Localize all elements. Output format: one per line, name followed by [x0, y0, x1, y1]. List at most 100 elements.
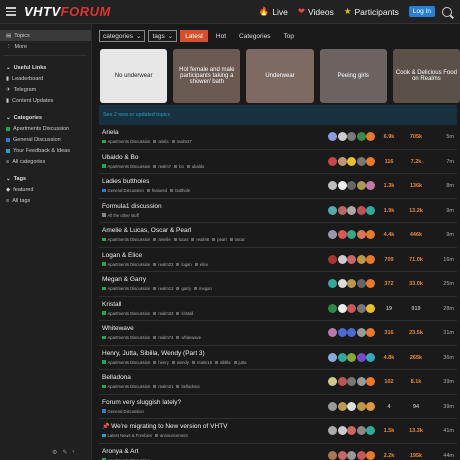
- avatar[interactable]: [366, 352, 375, 362]
- avatar[interactable]: [366, 328, 375, 337]
- activity-time[interactable]: 25m: [438, 281, 454, 287]
- avatar[interactable]: [356, 401, 366, 411]
- topic-title[interactable]: Ariela: [102, 129, 119, 136]
- avatar[interactable]: [328, 377, 337, 386]
- featured-banner[interactable]: No underwear: [100, 49, 168, 103]
- featured-banner[interactable]: Hot female and male participants taking …: [173, 49, 241, 103]
- topic-title-text[interactable]: Kristall: [102, 301, 122, 308]
- activity-time[interactable]: 7m: [438, 159, 454, 165]
- topic-tag[interactable]: megan: [199, 286, 212, 291]
- topic-row[interactable]: 📌 We're migrating to New version of VHTV…: [99, 419, 457, 444]
- avatar[interactable]: [356, 450, 366, 460]
- activity-time[interactable]: 39m: [438, 404, 454, 410]
- topic-category[interactable]: General Discussion: [108, 409, 144, 414]
- avatar[interactable]: [328, 401, 337, 411]
- avatar[interactable]: [347, 254, 356, 264]
- topic-title[interactable]: Formula1 discussion: [102, 203, 162, 210]
- tab-categories[interactable]: Categories: [234, 30, 275, 42]
- topic-category[interactable]: Apartments Discussion: [108, 139, 151, 144]
- sidebar-item-topics[interactable]: ▤ Topics: [0, 30, 91, 41]
- topic-title-text[interactable]: Formula1 discussion: [102, 203, 162, 210]
- sidebar-item-more[interactable]: ⋮ More: [0, 41, 91, 52]
- avatar[interactable]: [337, 132, 347, 141]
- topic-title-text[interactable]: Aronya & Art: [102, 448, 139, 455]
- avatar[interactable]: [366, 279, 375, 288]
- sidebar-link-2[interactable]: ▮ Content Updates: [0, 95, 91, 106]
- topic-title[interactable]: Logan & Elice: [102, 252, 142, 259]
- topic-category[interactable]: Apartments Discussion: [108, 360, 151, 365]
- topic-tag[interactable]: realm7: [158, 164, 171, 169]
- topic-tag[interactable]: realm74: [158, 335, 173, 340]
- activity-time[interactable]: 9m: [438, 232, 454, 238]
- sidebar-tag-1[interactable]: ≡ All tags: [0, 195, 91, 206]
- topic-title-text[interactable]: Ladies buttholes: [102, 178, 149, 185]
- avatar[interactable]: [328, 254, 337, 264]
- search-icon[interactable]: [442, 6, 452, 17]
- topic-category[interactable]: Apartments Discussion: [108, 384, 151, 389]
- avatar[interactable]: [347, 352, 356, 362]
- topic-tag[interactable]: sibilla: [220, 360, 230, 365]
- avatar[interactable]: [347, 205, 356, 215]
- sidebar-tag-0[interactable]: ◆ featured: [0, 184, 91, 195]
- activity-time[interactable]: 16m: [438, 257, 454, 263]
- avatar[interactable]: [337, 254, 347, 264]
- tab-hot[interactable]: Hot: [211, 30, 231, 42]
- topic-category[interactable]: Apartments Discussion: [108, 164, 151, 169]
- avatar[interactable]: [347, 156, 356, 166]
- featured-banner[interactable]: Peeing girls: [319, 49, 387, 103]
- topic-row[interactable]: Ubaldo & Bo Apartments Discussion realm7 bo…: [99, 150, 457, 174]
- topic-title[interactable]: Megan & Garry: [102, 276, 146, 283]
- topic-tag[interactable]: realm18: [197, 360, 212, 365]
- avatar[interactable]: [337, 450, 347, 460]
- topic-category[interactable]: General Discussion: [108, 188, 144, 193]
- avatar[interactable]: [356, 352, 366, 362]
- topic-tag[interactable]: butthole: [175, 188, 190, 193]
- topic-tag[interactable]: ubaldo: [192, 164, 205, 169]
- avatar[interactable]: [366, 401, 375, 411]
- topic-tag[interactable]: realm8: [196, 237, 209, 242]
- avatar[interactable]: [366, 181, 375, 190]
- avatar[interactable]: [328, 328, 337, 337]
- topic-tag[interactable]: henry: [158, 360, 168, 365]
- topic-tag[interactable]: announcement: [160, 433, 188, 438]
- avatar[interactable]: [366, 426, 375, 435]
- categories-dropdown[interactable]: categories ⌄: [99, 30, 146, 42]
- topic-title[interactable]: Henry, Jutta, Sibilla, Wendy (Part 3): [102, 350, 205, 357]
- avatar[interactable]: [337, 401, 347, 411]
- avatar[interactable]: [328, 352, 337, 362]
- avatar[interactable]: [356, 426, 366, 435]
- topic-row[interactable]: Ariela Apartments Discussion ariela realm37…: [99, 125, 457, 150]
- topic-tag[interactable]: garry: [181, 286, 191, 291]
- avatar[interactable]: [366, 254, 375, 264]
- site-logo[interactable]: VHTVFORUM: [24, 4, 111, 19]
- avatar[interactable]: [337, 377, 347, 386]
- new-topics-notice[interactable]: See 2 new or updated topics: [99, 105, 457, 125]
- avatar[interactable]: [337, 303, 347, 313]
- topic-tag[interactable]: featured: [152, 188, 167, 193]
- topic-row[interactable]: Logan & Elice Apartments Discussion realm2…: [99, 248, 457, 272]
- topic-row[interactable]: Henry, Jutta, Sibilla, Wendy (Part 3) Apa…: [99, 346, 457, 370]
- topic-tag[interactable]: lucas: [179, 237, 189, 242]
- topic-title[interactable]: Aronya & Art: [102, 448, 139, 455]
- hamburger-menu-icon[interactable]: [6, 7, 16, 16]
- avatar[interactable]: [328, 132, 337, 141]
- topic-row[interactable]: Ladies buttholes General Discussion featur…: [99, 174, 457, 199]
- topic-tag[interactable]: realm22: [158, 262, 173, 267]
- topic-title[interactable]: Ubaldo & Bo: [102, 154, 139, 161]
- settings-icon[interactable]: ⚙: [52, 449, 57, 456]
- categories-heading[interactable]: ⌄ Categories: [0, 112, 91, 123]
- avatar[interactable]: [356, 254, 366, 264]
- topic-title[interactable]: 📌 We're migrating to New version of VHTV: [102, 423, 228, 430]
- avatar[interactable]: [347, 279, 356, 288]
- avatar[interactable]: [356, 328, 366, 337]
- avatar[interactable]: [337, 181, 347, 190]
- topic-row[interactable]: Megan & Garry Apartments Discussion realm1…: [99, 272, 457, 297]
- avatar[interactable]: [347, 450, 356, 460]
- avatar[interactable]: [347, 181, 356, 190]
- activity-time[interactable]: 9m: [438, 208, 454, 214]
- avatar[interactable]: [328, 205, 337, 215]
- avatar[interactable]: [356, 181, 366, 190]
- avatar[interactable]: [337, 205, 347, 215]
- login-button[interactable]: Log In: [408, 6, 435, 17]
- topic-title-text[interactable]: Forum very sluggish lately?: [102, 399, 181, 406]
